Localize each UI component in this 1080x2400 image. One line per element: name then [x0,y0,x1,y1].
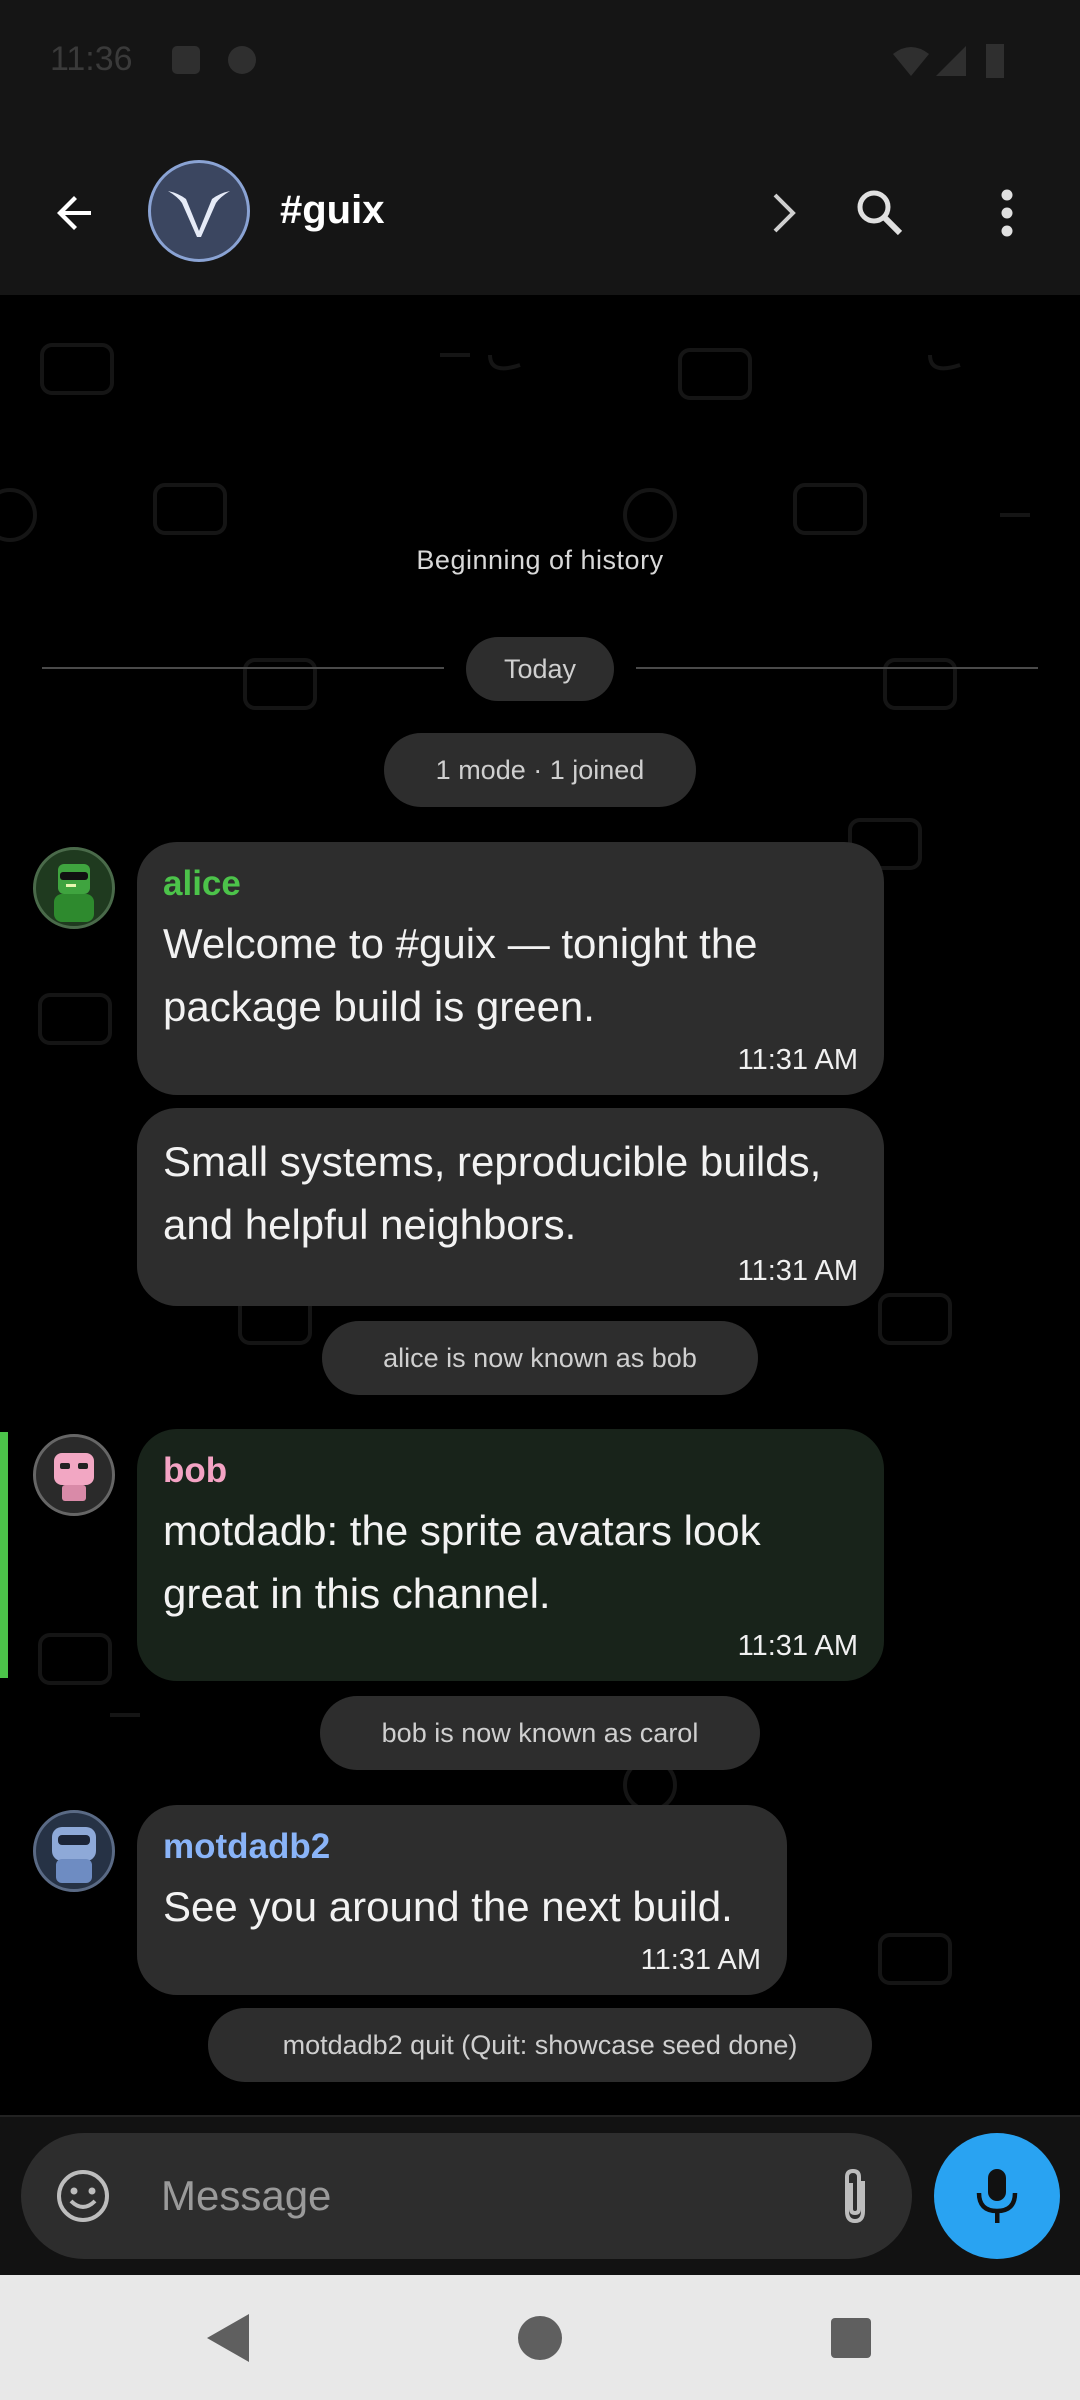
chat-area[interactable]: Beginning of history Today 1 mode · 1 jo… [0,295,1080,2115]
square-recents-icon [831,2318,871,2358]
message-input-container [21,2133,912,2259]
channel-avatar[interactable] [148,160,250,262]
guix-logo-icon [168,191,230,237]
avatar[interactable] [33,847,115,929]
chevron-right-icon [773,193,796,233]
nick-change-text: alice is now known as bob [383,1343,697,1373]
arrow-back-icon [57,196,91,230]
message-author[interactable]: motdadb2 [163,1827,761,1867]
status-bar: 11:36 [0,0,1080,130]
battery-icon [986,44,1004,78]
message-text: Welcome to #guix — tonight the package b… [163,920,758,1030]
avatar[interactable] [33,1434,115,1516]
paperclip-icon [845,2168,865,2224]
notification-icon [172,46,200,74]
more-vert-icon [1001,189,1013,237]
circle-home-icon [518,2316,562,2360]
mic-icon [976,2169,1018,2223]
signal-icon [936,46,966,76]
system-nav-bar [0,2275,1080,2400]
wifi-icon [893,47,929,76]
back-button[interactable] [30,168,120,258]
message-text: See you around the next build. [163,1883,733,1930]
event-summary[interactable]: 1 mode · 1 joined [384,733,696,807]
robot-avatar-icon [54,864,94,922]
sync-icon [228,46,256,74]
message-bubble[interactable]: Small systems, reproducible builds, and … [137,1108,884,1306]
message-time: 11:31 AM [640,1944,761,1976]
nav-home-button[interactable] [505,2303,575,2373]
overflow-menu-button[interactable] [962,168,1052,258]
emoji-icon [57,2170,109,2222]
robot-avatar-icon [52,1827,96,1883]
message-author[interactable]: alice [163,864,858,904]
message-text: Small systems, reproducible builds, and … [163,1138,822,1248]
message-input[interactable] [159,2165,803,2227]
quit-event: motdadb2 quit (Quit: showcase seed done) [208,2008,872,2082]
channel-title[interactable]: #guix [280,188,384,233]
message-text: motdadb: the sprite avatars look great i… [163,1507,761,1617]
message-time: 11:31 AM [737,1044,858,1076]
nick-change-event: bob is now known as carol [320,1696,760,1770]
nick-change-event: alice is now known as bob [322,1321,758,1395]
toolbar: #guix [0,130,1080,295]
message-time: 11:31 AM [737,1630,858,1662]
voice-message-button[interactable] [934,2133,1060,2259]
search-button[interactable] [835,168,925,258]
triangle-back-icon [207,2314,249,2362]
message-bubble[interactable]: alice Welcome to #guix — tonight the pac… [137,842,884,1095]
attach-button[interactable] [825,2163,885,2229]
message-composer [0,2115,1080,2275]
avatar[interactable] [33,1810,115,1892]
message-time: 11:31 AM [737,1255,858,1287]
message-author[interactable]: bob [163,1451,858,1491]
date-divider-left [42,667,444,669]
search-icon [857,190,903,236]
mention-highlight-bar [0,1432,8,1678]
date-separator: Today [466,637,614,701]
emoji-button[interactable] [53,2166,113,2226]
history-start-label: Beginning of history [416,545,664,575]
status-time: 11:36 [50,40,133,78]
nav-recents-button[interactable] [816,2303,886,2373]
nick-change-text: bob is now known as carol [381,1718,699,1748]
date-divider-right [636,667,1038,669]
message-bubble[interactable]: motdadb2 See you around the next build. … [137,1805,787,1995]
nav-back-button[interactable] [193,2303,263,2373]
quit-text: motdadb2 quit (Quit: showcase seed done) [282,2030,798,2060]
event-summary-text: 1 mode · 1 joined [435,755,645,785]
message-bubble[interactable]: bob motdadb: the sprite avatars look gre… [137,1429,884,1681]
date-label: Today [503,654,577,684]
channel-info-button[interactable] [738,168,828,258]
robot-avatar-icon [54,1453,94,1501]
